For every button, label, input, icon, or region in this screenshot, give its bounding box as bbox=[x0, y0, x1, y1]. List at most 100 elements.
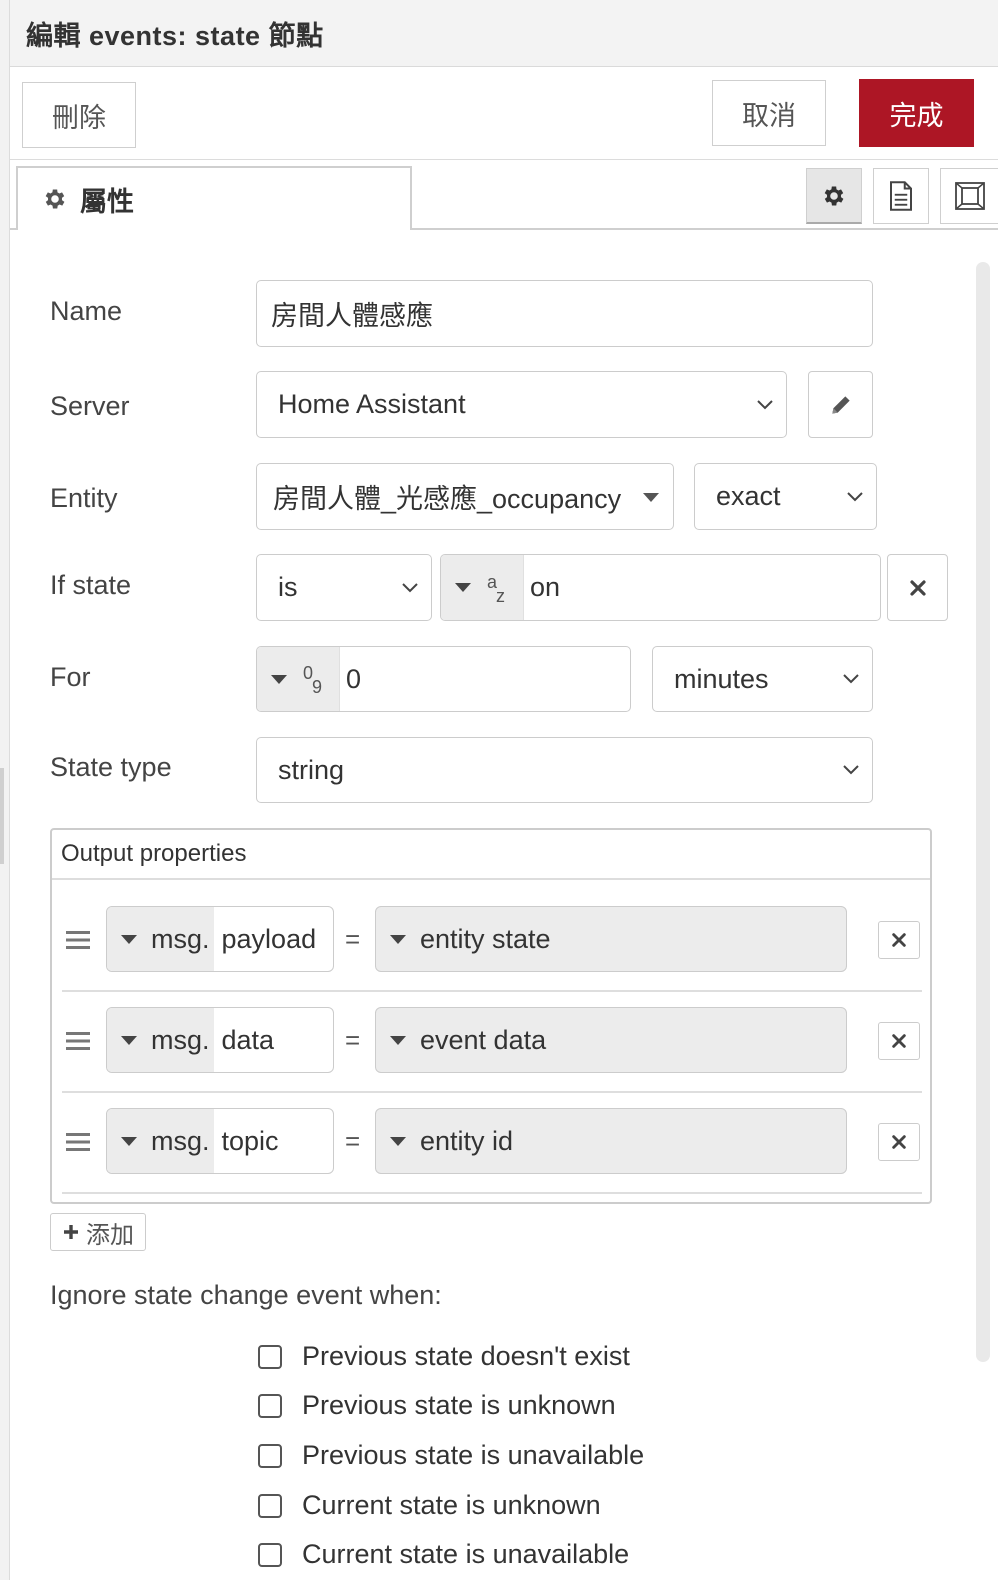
msg-type-selector[interactable]: msg. bbox=[107, 1008, 214, 1072]
caret-down-icon bbox=[390, 1136, 406, 1146]
dialog-header: 編輯 events: state 節點 bbox=[10, 0, 998, 67]
caret-down-icon bbox=[121, 1136, 137, 1146]
if-state-type-selector[interactable]: a z bbox=[441, 555, 524, 620]
server-select-value: Home Assistant bbox=[278, 389, 466, 419]
chevron-down-icon bbox=[843, 674, 859, 684]
for-label: For bbox=[50, 662, 91, 692]
caret-down-icon bbox=[455, 583, 471, 592]
checkbox[interactable] bbox=[258, 1493, 282, 1518]
for-type-selector[interactable]: 0 9 bbox=[257, 647, 340, 711]
close-icon bbox=[892, 1034, 906, 1048]
ignore-option[interactable]: Previous state doesn't exist bbox=[258, 1341, 630, 1372]
msg-type-selector[interactable]: msg. bbox=[107, 907, 214, 971]
output-value-select[interactable]: entity state bbox=[375, 906, 847, 972]
drag-handle-icon[interactable] bbox=[66, 1132, 90, 1152]
equals-sign: = bbox=[345, 924, 361, 954]
output-value-select[interactable]: entity id bbox=[375, 1108, 847, 1174]
output-property-input[interactable]: msg. topic bbox=[106, 1108, 334, 1174]
row-divider bbox=[62, 1192, 922, 1194]
output-value-select[interactable]: event data bbox=[375, 1007, 847, 1073]
for-unit-select[interactable]: minutes bbox=[652, 646, 873, 712]
tab-description[interactable] bbox=[873, 168, 929, 224]
document-icon bbox=[890, 181, 912, 211]
delete-button[interactable]: 刪除 bbox=[22, 82, 136, 148]
tab-properties[interactable]: 屬性 bbox=[16, 166, 412, 230]
name-input[interactable]: 房間人體感應 bbox=[256, 280, 873, 347]
entity-label: Entity bbox=[50, 483, 118, 513]
cancel-button[interactable]: 取消 bbox=[712, 80, 826, 146]
for-duration-input[interactable]: 0 9 0 bbox=[256, 646, 631, 712]
ignore-option[interactable]: Current state is unavailable bbox=[258, 1539, 629, 1570]
entity-match-select[interactable]: exact bbox=[694, 463, 877, 530]
output-property-input[interactable]: msg. data bbox=[106, 1007, 334, 1073]
ignore-option-label: Current state is unavailable bbox=[302, 1539, 630, 1569]
ignore-option-label: Current state is unknown bbox=[302, 1490, 601, 1520]
string-type-icon: a z bbox=[487, 571, 505, 606]
state-type-label: State type bbox=[50, 752, 172, 782]
remove-row-button[interactable] bbox=[878, 921, 920, 959]
state-type-select[interactable]: string bbox=[256, 737, 873, 803]
server-select[interactable]: Home Assistant bbox=[256, 371, 787, 438]
close-icon bbox=[892, 1135, 906, 1149]
close-icon bbox=[909, 579, 926, 596]
caret-down-icon bbox=[121, 934, 137, 944]
scrollbar[interactable] bbox=[976, 262, 990, 1362]
if-state-value-input[interactable]: a z on bbox=[440, 554, 881, 621]
checkbox[interactable] bbox=[258, 1344, 282, 1369]
msg-type-selector[interactable]: msg. bbox=[107, 1109, 214, 1173]
ignore-option[interactable]: Previous state is unknown bbox=[258, 1390, 616, 1421]
chevron-down-icon bbox=[757, 399, 773, 409]
output-property-input[interactable]: msg. payload bbox=[106, 906, 334, 972]
ignore-section-title: Ignore state change event when: bbox=[50, 1280, 442, 1310]
ignore-option[interactable]: Previous state is unavailable bbox=[258, 1440, 644, 1471]
close-icon bbox=[892, 933, 906, 947]
entity-input[interactable]: 房間人體_光感應_occupancy bbox=[256, 463, 674, 530]
gear-icon bbox=[824, 185, 844, 206]
caret-down-icon bbox=[390, 1035, 406, 1045]
chevron-down-icon bbox=[843, 765, 859, 775]
tab-properties-label: 屬性 bbox=[80, 186, 134, 217]
edit-server-button[interactable] bbox=[808, 371, 873, 438]
left-resize-handle[interactable] bbox=[0, 768, 4, 864]
drag-handle-icon[interactable] bbox=[66, 930, 90, 950]
tab-appearance[interactable] bbox=[940, 168, 998, 224]
entity-match-value: exact bbox=[716, 481, 781, 511]
output-properties-title: Output properties bbox=[52, 830, 930, 880]
drag-handle-icon[interactable] bbox=[66, 1031, 90, 1051]
plus-icon bbox=[64, 1225, 78, 1239]
frame-icon bbox=[954, 182, 985, 210]
equals-sign: = bbox=[345, 1025, 361, 1055]
caret-down-icon bbox=[390, 934, 406, 944]
caret-down-icon bbox=[121, 1035, 137, 1045]
entity-input-value: 房間人體_光感應_occupancy bbox=[273, 484, 622, 514]
gear-icon bbox=[45, 189, 65, 209]
add-output-button[interactable]: 添加 bbox=[50, 1213, 146, 1251]
dialog-title: 編輯 events: state 節點 bbox=[26, 21, 324, 51]
if-state-operator-value: is bbox=[278, 572, 298, 602]
row-divider bbox=[62, 1091, 922, 1093]
ignore-option-label: Previous state is unknown bbox=[302, 1390, 616, 1420]
remove-row-button[interactable] bbox=[878, 1022, 920, 1060]
clear-if-state-button[interactable] bbox=[887, 554, 948, 621]
remove-row-button[interactable] bbox=[878, 1123, 920, 1161]
done-button[interactable]: 完成 bbox=[859, 79, 974, 147]
chevron-down-icon bbox=[847, 491, 863, 501]
row-divider bbox=[62, 990, 922, 992]
for-unit-value: minutes bbox=[674, 663, 769, 694]
checkbox[interactable] bbox=[258, 1443, 282, 1468]
pencil-icon bbox=[831, 395, 850, 414]
for-duration-value: 0 bbox=[346, 663, 362, 694]
if-state-operator-select[interactable]: is bbox=[256, 554, 432, 621]
equals-sign: = bbox=[345, 1126, 361, 1156]
output-properties-panel: Output properties msg. payload = entity … bbox=[50, 828, 932, 1204]
chevron-down-icon bbox=[402, 582, 418, 592]
caret-down-icon bbox=[643, 493, 659, 502]
ignore-option-label: Previous state doesn't exist bbox=[302, 1341, 630, 1371]
checkbox[interactable] bbox=[258, 1542, 282, 1567]
if-state-value: on bbox=[530, 572, 561, 602]
tab-settings[interactable] bbox=[806, 168, 862, 224]
checkbox[interactable] bbox=[258, 1393, 282, 1418]
ignore-option[interactable]: Current state is unknown bbox=[258, 1490, 601, 1521]
if-state-label: If state bbox=[50, 570, 132, 600]
server-label: Server bbox=[50, 391, 130, 421]
